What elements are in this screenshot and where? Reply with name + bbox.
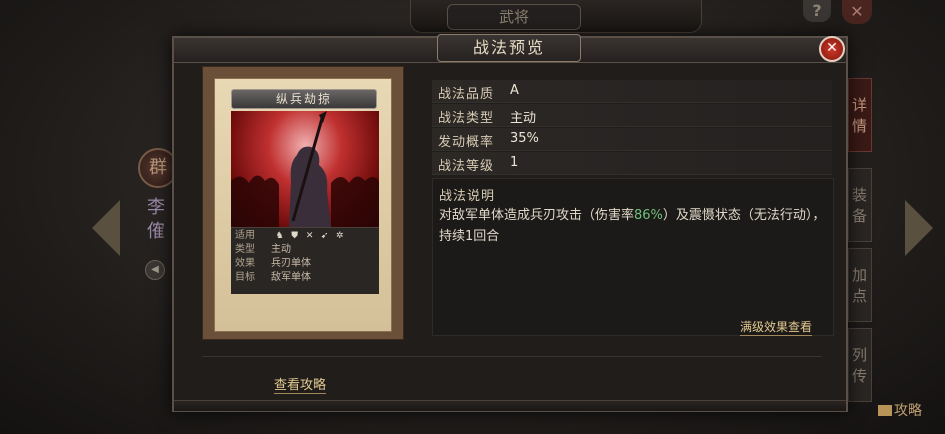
- close-button[interactable]: ✕: [819, 36, 845, 62]
- card-info-apply: 适用 ♞ ⛊ ✕ ➹ ✲: [235, 230, 349, 242]
- dialog-title: 战法预览: [437, 34, 581, 62]
- description-part: 对敌军单体造成兵刃攻击（伤害率: [439, 208, 635, 223]
- description-text: 对敌军单体造成兵刃攻击（伤害率86%）及震慑状态（无法行动），持续1回合: [439, 205, 831, 247]
- prev-general-arrow-icon[interactable]: [92, 200, 120, 256]
- book-icon: [878, 405, 892, 416]
- shield-icon: ⛊: [291, 231, 299, 241]
- skill-preview-dialog: 战法预览 ✕ 纵兵劫掠 适用 ♞ ⛊ ✕ ➹ ✲ 类型 主动 效果 兵刃单体 目…: [172, 34, 848, 412]
- tab-details[interactable]: 详情: [848, 78, 872, 152]
- spear-icon: ➹: [320, 231, 329, 241]
- info-value: 敌军单体: [271, 272, 311, 283]
- tab-biography[interactable]: 列传: [848, 328, 872, 402]
- help-button[interactable]: ?: [803, 0, 831, 22]
- damage-rate: 86%: [634, 208, 663, 223]
- card-info-target: 目标 敌军单体: [235, 272, 311, 284]
- dialog-footer-bar: [174, 400, 846, 411]
- sound-icon[interactable]: ◀: [145, 260, 165, 280]
- stat-value: 1: [510, 155, 519, 170]
- stat-value: A: [510, 83, 519, 98]
- stat-level: 战法等级 1: [432, 152, 832, 175]
- warrior-silhouette-icon: [231, 111, 379, 227]
- divider: [202, 356, 822, 357]
- bow-icon: ✕: [305, 231, 314, 241]
- tab-equipment[interactable]: 装备: [848, 168, 872, 242]
- page-title: 武将: [447, 4, 581, 30]
- stat-label: 战法品质: [438, 87, 495, 102]
- guide-label: 攻略: [894, 403, 922, 419]
- tab-points[interactable]: 加点: [848, 248, 872, 322]
- stat-type: 战法类型 主动: [432, 104, 832, 127]
- next-general-arrow-icon[interactable]: [905, 200, 933, 256]
- page-close-button[interactable]: ✕: [842, 0, 872, 24]
- card-info-type: 类型 主动: [235, 244, 291, 256]
- apply-icons: ♞ ⛊ ✕ ➹ ✲: [274, 230, 349, 241]
- info-value: 兵刃单体: [271, 258, 311, 269]
- wheel-icon: ✲: [335, 231, 344, 241]
- general-name: 李傕: [147, 197, 165, 242]
- info-key: 类型: [235, 244, 255, 255]
- stat-trigger-rate: 发动概率 35%: [432, 128, 832, 151]
- card-artwork: [231, 111, 379, 227]
- view-strategy-link[interactable]: 查看攻略: [274, 374, 327, 394]
- max-level-effect-link[interactable]: 满级效果查看: [740, 318, 813, 336]
- cavalry-icon: ♞: [275, 231, 284, 241]
- info-value: 主动: [271, 244, 291, 255]
- info-key: 目标: [235, 272, 255, 283]
- skill-card: 纵兵劫掠 适用 ♞ ⛊ ✕ ➹ ✲ 类型 主动 效果 兵刃单体 目标 敌军单体: [214, 78, 392, 332]
- card-skill-name: 纵兵劫掠: [231, 89, 377, 109]
- stat-label: 战法等级: [438, 159, 495, 174]
- skill-description-box: 战法说明 对敌军单体造成兵刃攻击（伤害率86%）及震慑状态（无法行动），持续1回…: [432, 178, 834, 336]
- stat-label: 发动概率: [438, 135, 495, 150]
- info-key: 适用: [235, 230, 255, 241]
- stat-label: 战法类型: [438, 111, 495, 126]
- card-info-effect: 效果 兵刃单体: [235, 258, 311, 270]
- stat-quality: 战法品质 A: [432, 80, 832, 103]
- description-title: 战法说明: [439, 189, 496, 204]
- card-info-panel: 适用 ♞ ⛊ ✕ ➹ ✲ 类型 主动 效果 兵刃单体 目标 敌军单体: [231, 227, 379, 294]
- guide-link[interactable]: 攻略: [878, 400, 922, 420]
- stat-value: 主动: [510, 111, 537, 126]
- info-key: 效果: [235, 258, 255, 269]
- stat-value: 35%: [510, 131, 539, 146]
